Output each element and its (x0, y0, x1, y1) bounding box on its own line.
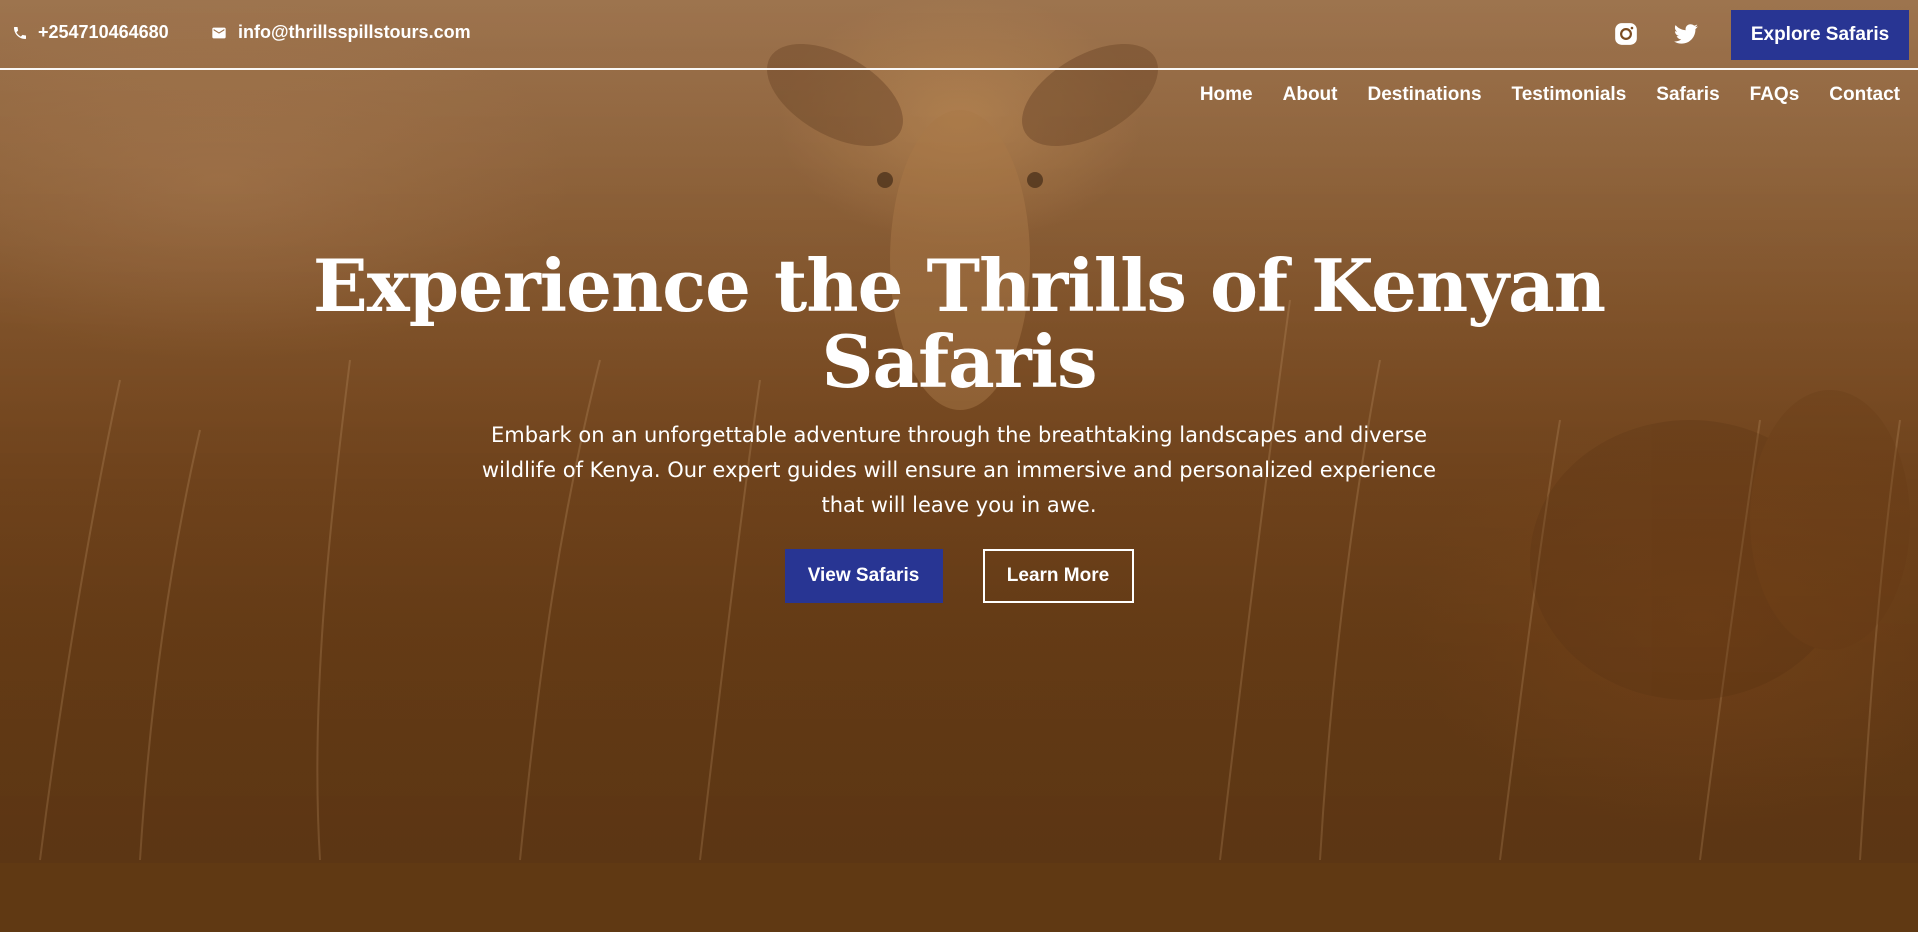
main-nav: Home About Destinations Testimonials Saf… (1200, 84, 1900, 106)
nav-item-home[interactable]: Home (1200, 84, 1253, 106)
view-safaris-button[interactable]: View Safaris (784, 549, 943, 603)
phone-number: +254710464680 (38, 22, 169, 42)
top-bar: +254710464680 info@thrillsspillstours.co… (0, 0, 1918, 70)
nav-item-safaris[interactable]: Safaris (1656, 84, 1719, 106)
phone-icon (12, 25, 28, 41)
nav-item-testimonials[interactable]: Testimonials (1512, 84, 1627, 106)
mail-icon (210, 25, 228, 41)
learn-more-button[interactable]: Learn More (982, 549, 1134, 603)
hero-buttons: View Safaris Learn More (259, 549, 1659, 603)
bottom-band (0, 863, 1918, 932)
page: +254710464680 info@thrillsspillstours.co… (0, 0, 1918, 932)
nav-item-about[interactable]: About (1283, 84, 1338, 106)
phone-contact[interactable]: +254710464680 (12, 22, 169, 43)
hero-title: Experience the Thrills of Kenyan Safaris (259, 248, 1659, 400)
hero-title-line-1: Experience the Thrills of Kenyan (312, 243, 1606, 328)
nav-item-faqs[interactable]: FAQs (1750, 84, 1800, 106)
nav-item-destinations[interactable]: Destinations (1368, 84, 1482, 106)
twitter-icon[interactable] (1671, 19, 1701, 49)
hero-description: Embark on an unforgettable adventure thr… (481, 423, 1437, 517)
email-contact[interactable]: info@thrillsspillstours.com (210, 22, 471, 43)
hero-title-line-2: Safaris (821, 319, 1097, 404)
hero-content: Experience the Thrills of Kenyan Safaris… (259, 248, 1659, 603)
email-address: info@thrillsspillstours.com (238, 22, 471, 42)
instagram-icon[interactable] (1611, 19, 1641, 49)
explore-safaris-button[interactable]: Explore Safaris (1731, 10, 1909, 60)
nav-item-contact[interactable]: Contact (1829, 84, 1900, 106)
